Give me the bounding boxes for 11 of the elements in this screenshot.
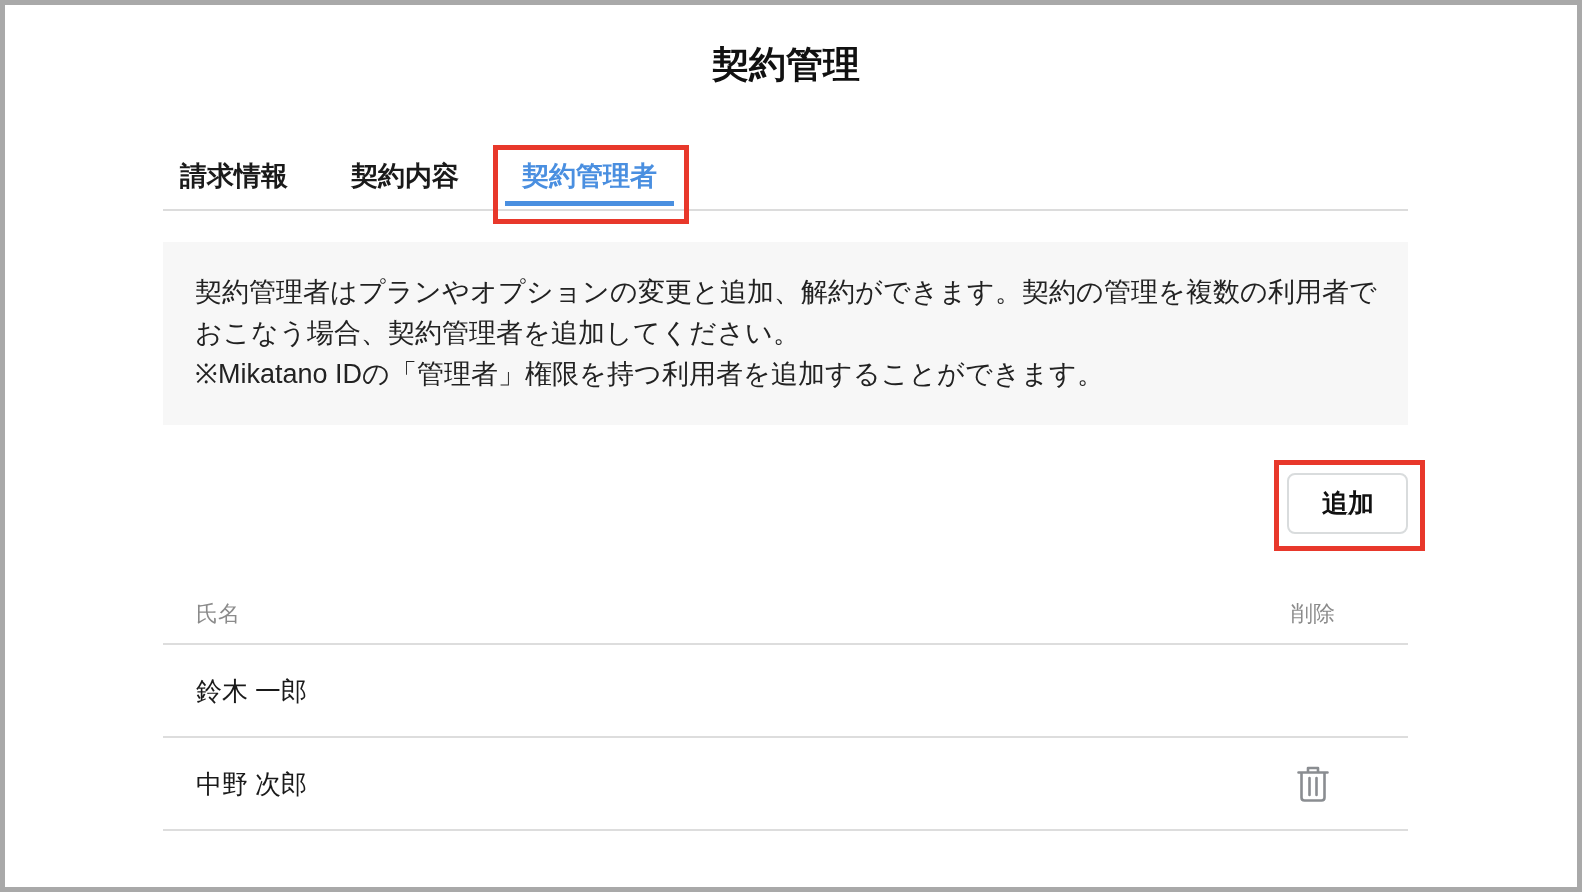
- name-cell: 中野 次郎: [196, 768, 308, 799]
- tab[interactable]: 契約内容: [334, 159, 476, 206]
- info-text: ※Mikatano IDの「管理者」権限を持つ利用者を追加することができます。: [195, 358, 1106, 391]
- tab[interactable]: 請求情報: [163, 159, 305, 206]
- info-text: 契約管理者はプランやオプションの変更と追加、解約ができます。契約の管理を複数の利用者でおこなう場合、契約管理者を追加してください。: [195, 276, 1378, 350]
- name-cell: 鈴木 一郎: [196, 675, 308, 706]
- add-button[interactable]: 追加: [1287, 473, 1408, 534]
- column-header: 削除: [1291, 600, 1335, 628]
- trash-icon[interactable]: [1297, 765, 1329, 802]
- page-title: 契約管理: [711, 43, 860, 87]
- column-header: 氏名: [196, 601, 240, 626]
